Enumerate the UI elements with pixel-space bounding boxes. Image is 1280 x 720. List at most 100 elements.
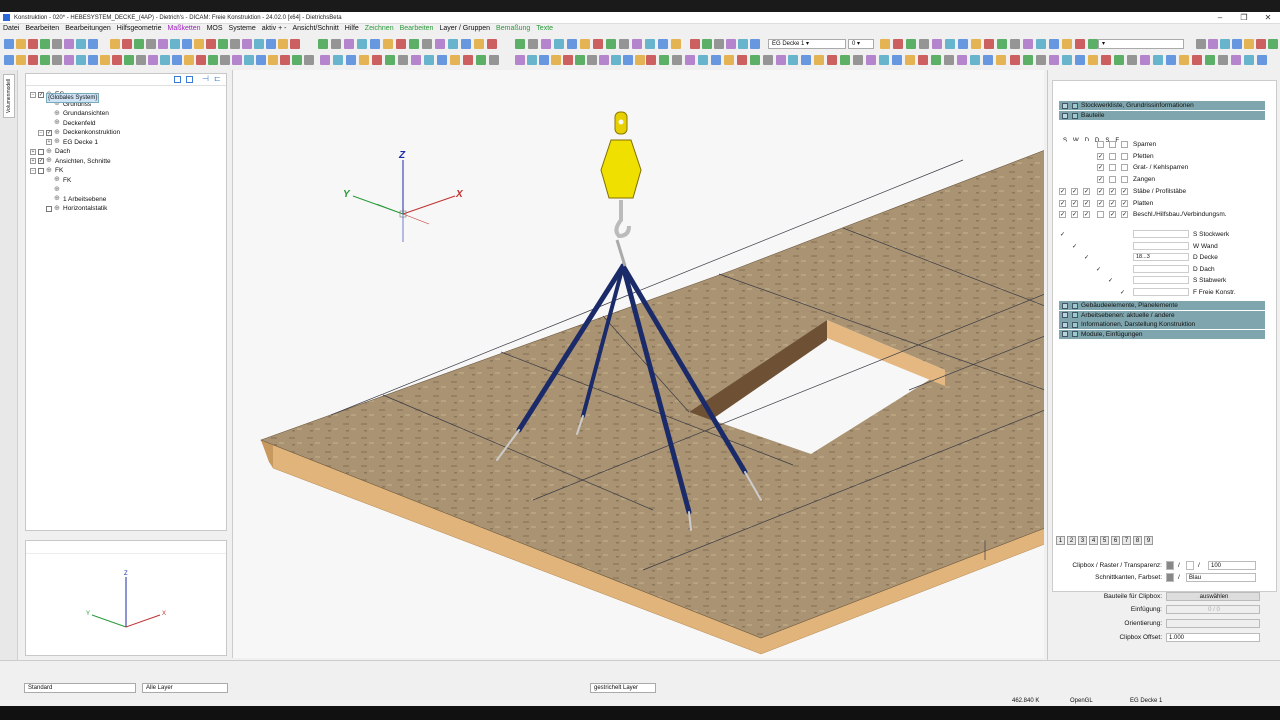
toolbar-icon[interactable]	[931, 55, 941, 65]
tree-checkbox[interactable]: ✓	[38, 158, 44, 165]
toolbar-icon[interactable]	[527, 55, 537, 65]
toolbar-icon[interactable]	[1088, 55, 1098, 65]
toolbar-icon[interactable]	[110, 39, 120, 49]
toolbar-icon[interactable]	[853, 55, 863, 65]
layer-checkbox[interactable]: ✓	[1071, 199, 1078, 207]
menu-item[interactable]: Bearbeitungen	[65, 24, 111, 34]
toolbar-icon[interactable]	[892, 55, 902, 65]
toolbar-icon[interactable]	[528, 39, 538, 49]
linetype-select[interactable]: gestrichelt Layer	[590, 683, 656, 693]
floor-slab[interactable]	[260, 150, 1044, 639]
toolbar-icon[interactable]	[1010, 55, 1020, 65]
toolbar-icon[interactable]	[515, 55, 525, 65]
toolbar-icon[interactable]	[112, 55, 122, 65]
toolbar-icon[interactable]	[124, 55, 134, 65]
toolbar-icon[interactable]	[290, 39, 300, 49]
layer-checkbox[interactable]: ✓	[1071, 187, 1078, 195]
toolbar-icon[interactable]	[320, 55, 330, 65]
page-tab[interactable]: 4	[1089, 536, 1098, 545]
expand-toggle-icon[interactable]: +	[46, 139, 52, 146]
toolbar-icon[interactable]	[788, 55, 798, 65]
toolbar-icon[interactable]	[1101, 55, 1111, 65]
expand-icon[interactable]	[1072, 331, 1078, 337]
transparency-field[interactable]: 100	[1208, 561, 1256, 570]
storey-row[interactable]: ✓ 18...3 D Decke	[1059, 252, 1269, 263]
toolbar-icon[interactable]	[16, 55, 26, 65]
toolbar-icon[interactable]	[599, 55, 609, 65]
menu-item[interactable]: Bemaßung	[496, 24, 530, 34]
layer-checkbox[interactable]: ✓	[1059, 199, 1066, 207]
layer-checkbox[interactable]: ✓	[1121, 187, 1128, 195]
toolbar-icon[interactable]	[318, 39, 328, 49]
storey-value-field[interactable]	[1133, 241, 1189, 250]
tree-item[interactable]: ⊕ Grundansichten	[30, 109, 120, 119]
toolbar-icon[interactable]	[136, 55, 146, 65]
section-checkbox[interactable]	[1062, 321, 1068, 328]
toolbar-icon[interactable]	[331, 39, 341, 49]
toolbar-icon[interactable]	[184, 55, 194, 65]
page-tab[interactable]: 2	[1067, 536, 1076, 545]
toolbar-icon[interactable]	[208, 55, 218, 65]
layer-checkbox[interactable]: ✓	[1109, 211, 1116, 219]
toolbar-icon[interactable]	[122, 39, 132, 49]
toolbar-icon[interactable]	[1127, 55, 1137, 65]
toolbar-icon[interactable]	[254, 39, 264, 49]
tree-item[interactable]: ⊕ {Globales System}	[30, 93, 120, 195]
toolbar-icon[interactable]	[244, 55, 254, 65]
section-checkbox[interactable]	[1062, 312, 1068, 318]
tree-tool-icon[interactable]	[186, 76, 193, 83]
toolbar-icon[interactable]	[814, 55, 824, 65]
toolbar-icon[interactable]	[711, 55, 721, 65]
3d-scene[interactable]: Z X Y	[233, 70, 1044, 658]
toolbar-icon[interactable]	[411, 55, 421, 65]
toolbar-icon[interactable]	[1220, 39, 1230, 49]
toolbar-icon[interactable]	[984, 39, 994, 49]
toolbar-icon[interactable]	[593, 39, 603, 49]
layer-checkbox[interactable]: ✓	[1083, 187, 1090, 195]
toolbar-icon[interactable]	[724, 55, 734, 65]
page-tab[interactable]: 6	[1111, 536, 1120, 545]
layer-checkbox[interactable]: ✓	[1059, 187, 1066, 195]
storey-checkbox[interactable]: ✓	[1059, 231, 1066, 238]
toolbar-icon[interactable]	[606, 39, 616, 49]
layer-checkbox[interactable]	[1083, 164, 1090, 172]
dock-icon[interactable]: ⊏	[214, 75, 221, 83]
storey-row[interactable]: ✓ D Dach	[1059, 264, 1269, 275]
pin-icon[interactable]: ⊣	[202, 75, 209, 83]
toolbar-icon[interactable]	[1231, 55, 1241, 65]
toolbar-icon[interactable]	[919, 39, 929, 49]
toolbar-icon[interactable]	[40, 55, 50, 65]
toolbar-icon[interactable]	[880, 39, 890, 49]
raster-field[interactable]	[1186, 561, 1194, 570]
layer-checkbox[interactable]: ✓	[1097, 164, 1104, 172]
toolbar-icon[interactable]	[957, 55, 967, 65]
storey-value-field[interactable]	[1133, 264, 1189, 273]
toolbar-icon[interactable]	[1205, 55, 1215, 65]
toolbar-icon[interactable]	[1062, 39, 1072, 49]
expand-icon[interactable]	[1072, 102, 1078, 109]
toolbar-icon[interactable]	[450, 55, 460, 65]
tree-item[interactable]: +✓⊕EG Decke 1	[30, 138, 120, 148]
expand-toggle-icon[interactable]: +	[30, 158, 36, 165]
toolbar-icon[interactable]	[146, 39, 156, 49]
toolbar-icon[interactable]	[646, 55, 656, 65]
toolbar-icon[interactable]	[359, 55, 369, 65]
toolbar-icon[interactable]	[702, 39, 712, 49]
storey-row[interactable]: ✓ S Stabwerk	[1059, 275, 1269, 286]
toolbar-icon[interactable]	[1010, 39, 1020, 49]
toolbar-icon[interactable]	[28, 55, 38, 65]
maximize-icon[interactable]: ❐	[1232, 12, 1256, 24]
toolbar-icon[interactable]	[750, 55, 760, 65]
toolbar-icon[interactable]	[539, 55, 549, 65]
toolbar-icon[interactable]	[866, 55, 876, 65]
storey-value-field[interactable]: 18...3	[1133, 253, 1189, 261]
toolbar-icon[interactable]	[52, 39, 62, 49]
toolbar-icon[interactable]	[515, 39, 525, 49]
toolbar-icon[interactable]	[554, 39, 564, 49]
layer-checkbox[interactable]: ✓	[1083, 211, 1090, 219]
storey-checkbox[interactable]: ✓	[1119, 288, 1126, 296]
toolbar-icon[interactable]	[658, 39, 668, 49]
toolbar-icon[interactable]	[463, 55, 473, 65]
layer-checkbox[interactable]	[1059, 176, 1066, 184]
toolbar-icon[interactable]	[182, 39, 192, 49]
